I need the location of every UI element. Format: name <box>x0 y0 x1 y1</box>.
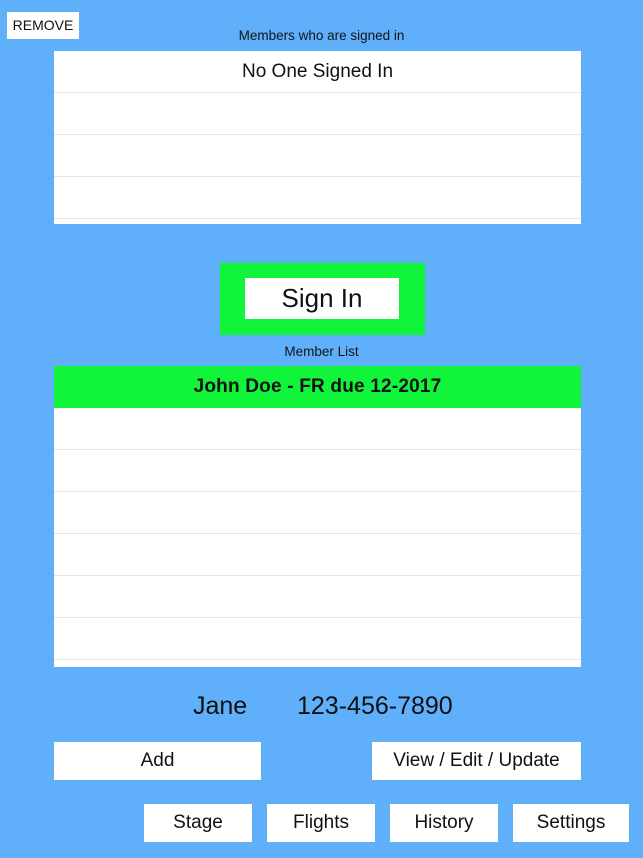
selected-member-phone: 123-456-7890 <box>297 692 453 720</box>
member-list-caption: Member List <box>284 344 359 359</box>
list-item[interactable] <box>54 93 581 135</box>
sign-in-button[interactable]: Sign In <box>220 263 425 335</box>
selected-member-details: Jane 123-456-7890 <box>0 690 643 722</box>
settings-button[interactable]: Settings <box>513 804 629 842</box>
stage-button[interactable]: Stage <box>144 804 252 842</box>
add-button[interactable]: Add <box>54 742 261 780</box>
table-row[interactable] <box>54 576 581 618</box>
table-row[interactable] <box>54 534 581 576</box>
sign-in-button-label: Sign In <box>245 278 399 319</box>
flights-button[interactable]: Flights <box>267 804 375 842</box>
table-row[interactable] <box>54 450 581 492</box>
list-item[interactable]: No One Signed In <box>54 51 581 93</box>
list-item[interactable] <box>54 135 581 177</box>
member-list-row-selected[interactable]: John Doe - FR due 12-2017 <box>54 366 581 408</box>
table-row[interactable] <box>54 408 581 450</box>
selected-member-name: Jane <box>193 692 248 720</box>
view-edit-update-button[interactable]: View / Edit / Update <box>372 742 581 780</box>
history-button[interactable]: History <box>390 804 498 842</box>
table-row[interactable] <box>54 492 581 534</box>
member-list[interactable]: John Doe - FR due 12-2017 <box>54 366 581 667</box>
signed-in-list-caption: Members who are signed in <box>238 28 405 43</box>
signed-in-list[interactable]: No One Signed In <box>54 51 581 224</box>
list-item[interactable] <box>54 177 581 219</box>
table-row[interactable] <box>54 618 581 660</box>
